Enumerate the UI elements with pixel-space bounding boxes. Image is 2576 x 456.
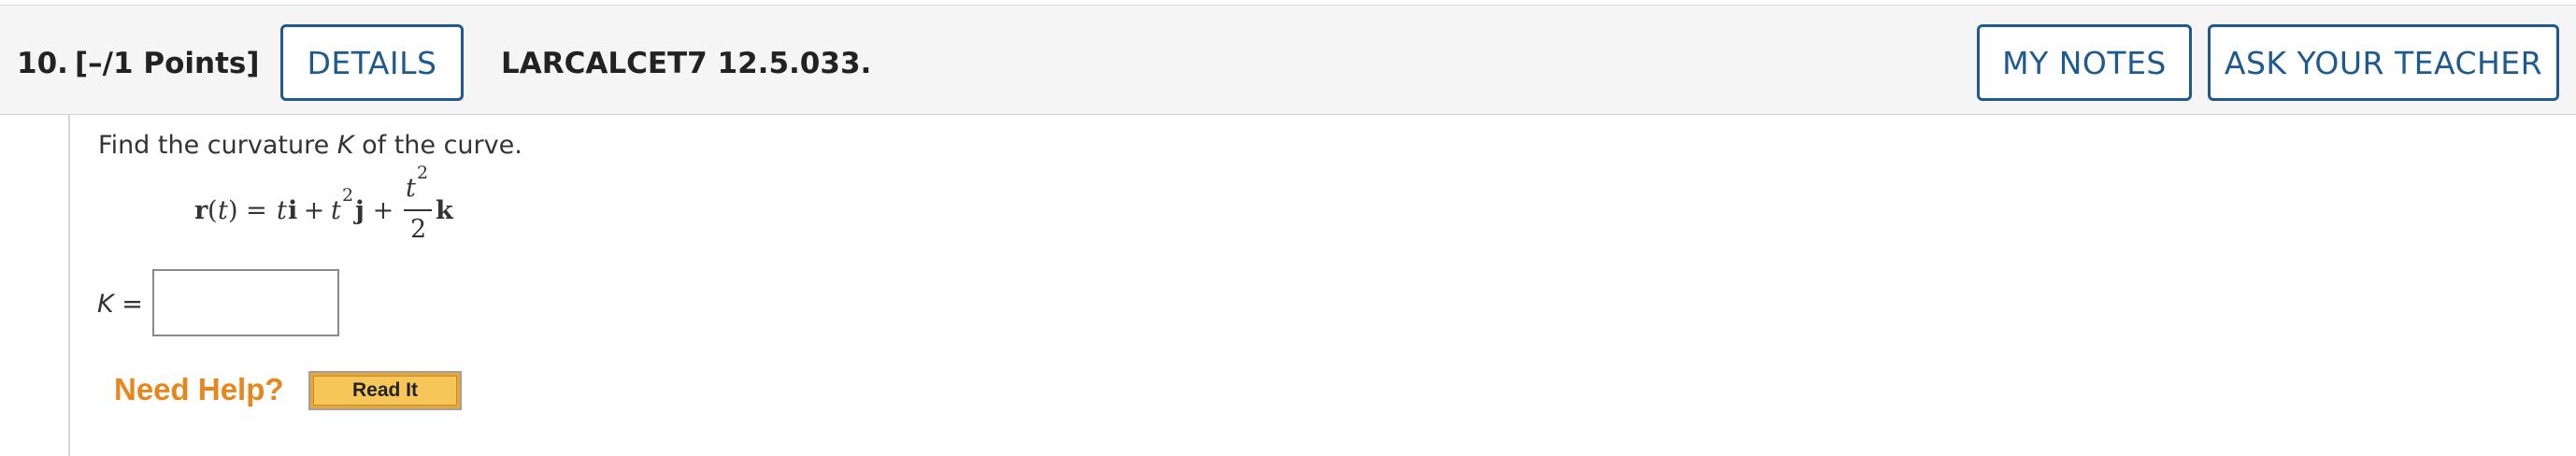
my-notes-button[interactable]: MY NOTES [1977, 24, 2192, 101]
formula-j: j [355, 196, 365, 225]
formula-plus-1: + [295, 196, 333, 225]
answer-label-equals: = [113, 290, 143, 319]
answer-label-variable: K [97, 290, 114, 319]
formula-fraction-denominator: 2 [410, 215, 427, 244]
formula-fraction-bar [404, 209, 432, 211]
formula-t-coef: t [277, 196, 287, 225]
need-help-label: Need Help? [114, 372, 284, 406]
formula-paren-open: ( [208, 196, 218, 225]
prompt-text-after: of the curve. [353, 131, 522, 160]
read-it-label: Read It [313, 376, 457, 406]
question-header: 10. [–/1 Points] DETAILS LARCALCET7 12.5… [0, 5, 2576, 115]
ask-your-teacher-button[interactable]: ASK YOUR TEACHER [2208, 24, 2559, 101]
question-body-divider [68, 115, 70, 456]
read-it-button[interactable]: Read It [308, 371, 462, 410]
formula-r: r [194, 196, 208, 225]
formula-t: t [218, 196, 228, 225]
details-button[interactable]: DETAILS [280, 24, 464, 101]
formula-plus-2: + [365, 196, 402, 225]
question-number: 10. [17, 47, 68, 80]
curvature-answer-input[interactable] [152, 269, 339, 336]
prompt-variable: K [336, 131, 354, 160]
question-points: [–/1 Points] [75, 47, 260, 80]
question-prompt: Find the curvature K of the curve. [98, 131, 522, 160]
formula-exponent-1: 2 [342, 185, 354, 206]
formula-paren-close-eq: ) = [228, 196, 276, 225]
formula-t-squared-base: t [331, 196, 341, 225]
answer-label: K = [97, 290, 143, 319]
formula-fraction-numerator: t [406, 174, 416, 203]
prompt-text-before: Find the curvature [98, 131, 337, 160]
formula-k: k [436, 196, 453, 225]
formula-numerator-exponent: 2 [417, 163, 429, 183]
question-code: LARCALCET7 12.5.033. [501, 47, 872, 80]
